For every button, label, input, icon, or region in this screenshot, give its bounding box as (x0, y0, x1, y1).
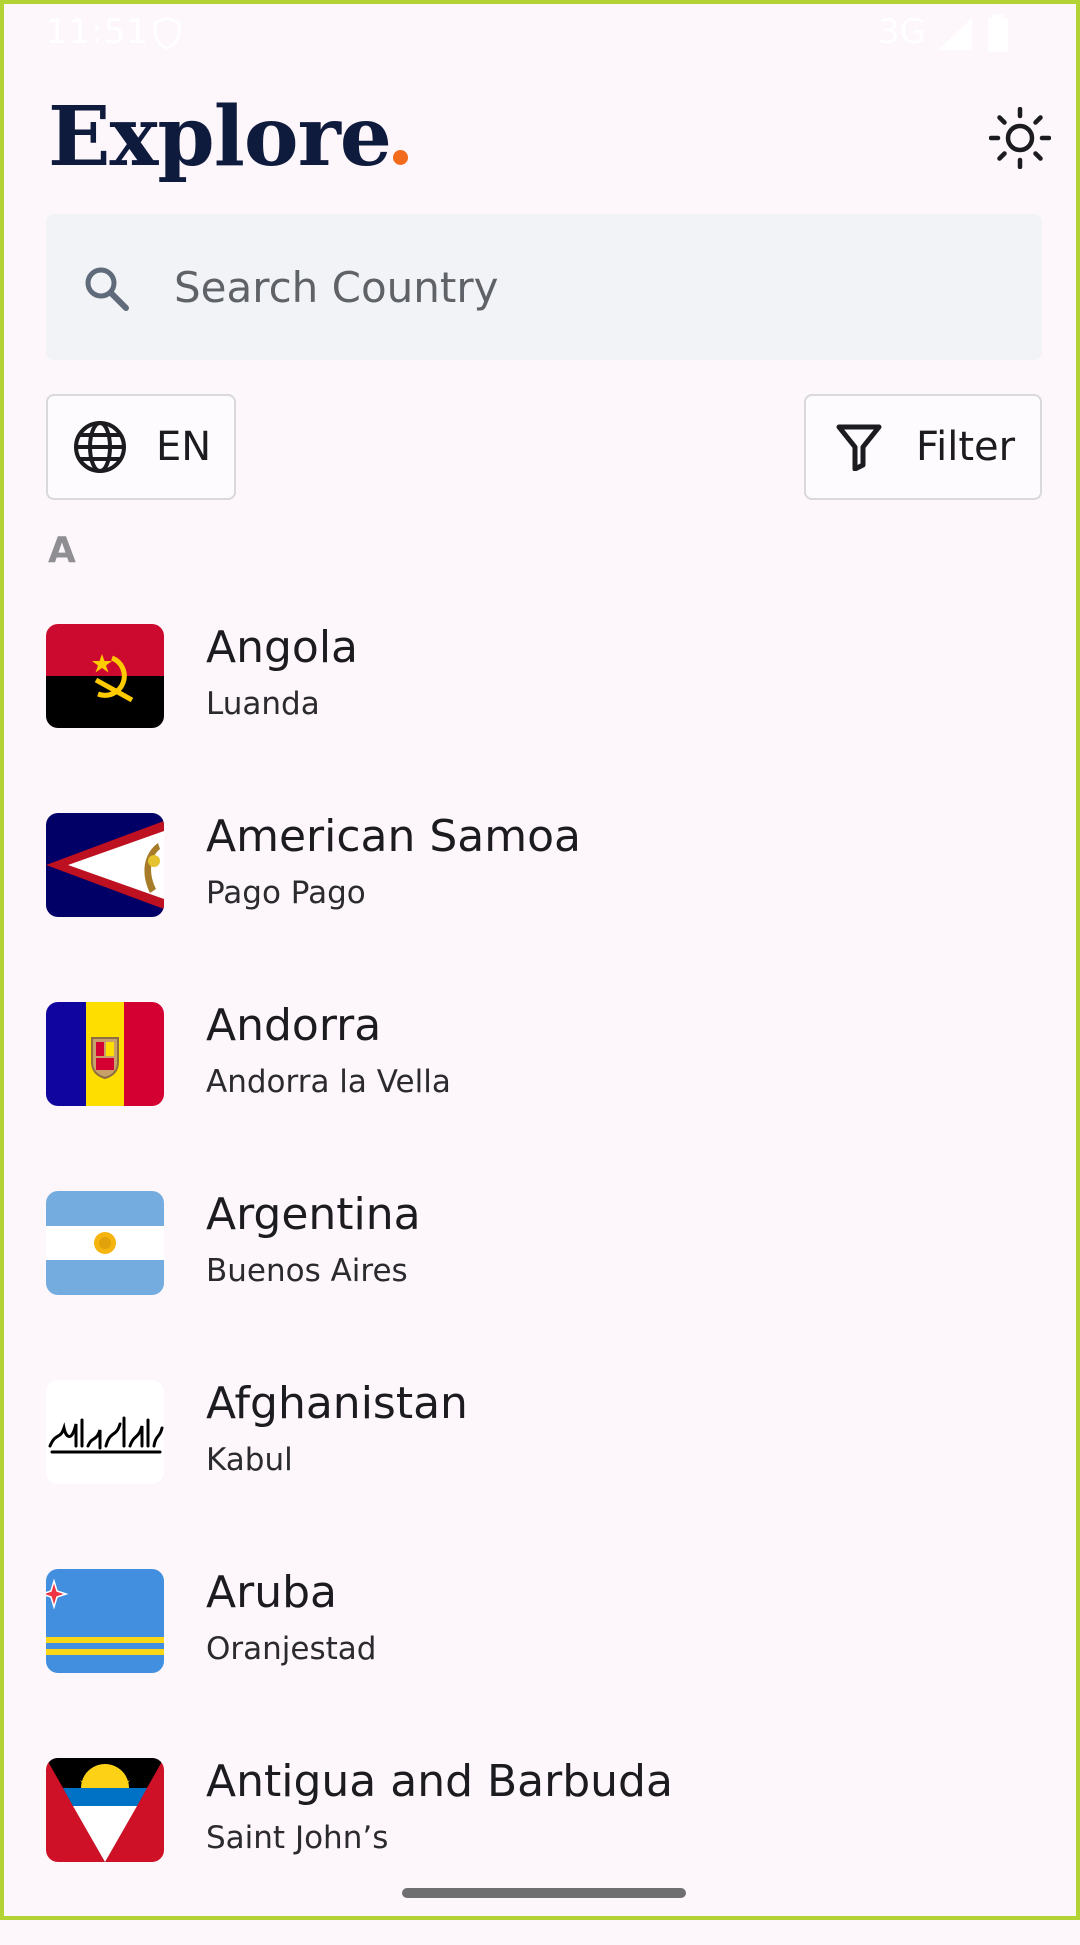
sun-icon (989, 107, 1051, 169)
american-samoa-flag-icon (46, 813, 164, 917)
country-row-afghanistan[interactable]: Afghanistan Kabul (46, 1378, 1042, 1567)
country-capital: Pago Pago (206, 875, 366, 911)
filter-button[interactable]: Filter (804, 394, 1042, 500)
status-bar: 11:51 3G (4, 4, 1076, 66)
shield-icon (152, 16, 182, 59)
language-label: EN (156, 424, 212, 470)
country-name: Andorra (206, 1000, 382, 1051)
country-row-american-samoa[interactable]: American Samoa Pago Pago (46, 811, 1042, 1000)
country-row-andorra[interactable]: Andorra Andorra la Vella (46, 1000, 1042, 1189)
country-name: Afghanistan (206, 1378, 468, 1429)
filter-icon (836, 424, 882, 471)
country-name: Angola (206, 622, 359, 673)
search-bar[interactable] (46, 214, 1042, 360)
logo-text: Explore (48, 89, 392, 185)
country-row-antigua-and-barbuda[interactable]: Antigua and Barbuda Saint John’s (46, 1756, 1042, 1945)
country-capital: Luanda (206, 686, 320, 722)
network-type: 3G (878, 12, 926, 52)
signal-icon (936, 16, 974, 61)
search-input[interactable] (174, 214, 1004, 360)
country-row-aruba[interactable]: Aruba Oranjestad (46, 1567, 1042, 1756)
logo-accent-dot (392, 150, 408, 165)
status-time: 11:51 (46, 12, 149, 52)
filter-label: Filter (916, 424, 1016, 470)
country-name: Argentina (206, 1189, 421, 1240)
antigua-and-barbuda-flag-icon (46, 1758, 164, 1862)
afghanistan-flag-icon (46, 1380, 164, 1484)
language-button[interactable]: EN (46, 394, 236, 500)
globe-icon (74, 421, 126, 473)
country-row-angola[interactable]: Angola Luanda (46, 622, 1042, 811)
andorra-flag-icon (46, 1002, 164, 1106)
argentina-flag-icon (46, 1191, 164, 1295)
country-capital: Andorra la Vella (206, 1064, 451, 1100)
angola-flag-icon (46, 624, 164, 728)
country-capital: Saint John’s (206, 1820, 389, 1856)
country-name: American Samoa (206, 811, 582, 862)
country-list: Angola Luanda American Samoa Pago Pago A… (46, 622, 1042, 1945)
search-icon (82, 264, 132, 318)
app-logo: Explore (48, 82, 408, 192)
country-row-argentina[interactable]: Argentina Buenos Aires (46, 1189, 1042, 1378)
country-capital: Kabul (206, 1442, 293, 1478)
country-name: Antigua and Barbuda (206, 1756, 673, 1807)
theme-toggle-button[interactable] (986, 104, 1054, 172)
aruba-flag-icon (46, 1569, 164, 1673)
home-indicator[interactable] (402, 1888, 686, 1898)
section-header: A (48, 530, 76, 571)
country-name: Aruba (206, 1567, 337, 1618)
country-capital: Oranjestad (206, 1631, 377, 1667)
battery-icon (986, 14, 1010, 63)
country-capital: Buenos Aires (206, 1253, 408, 1289)
